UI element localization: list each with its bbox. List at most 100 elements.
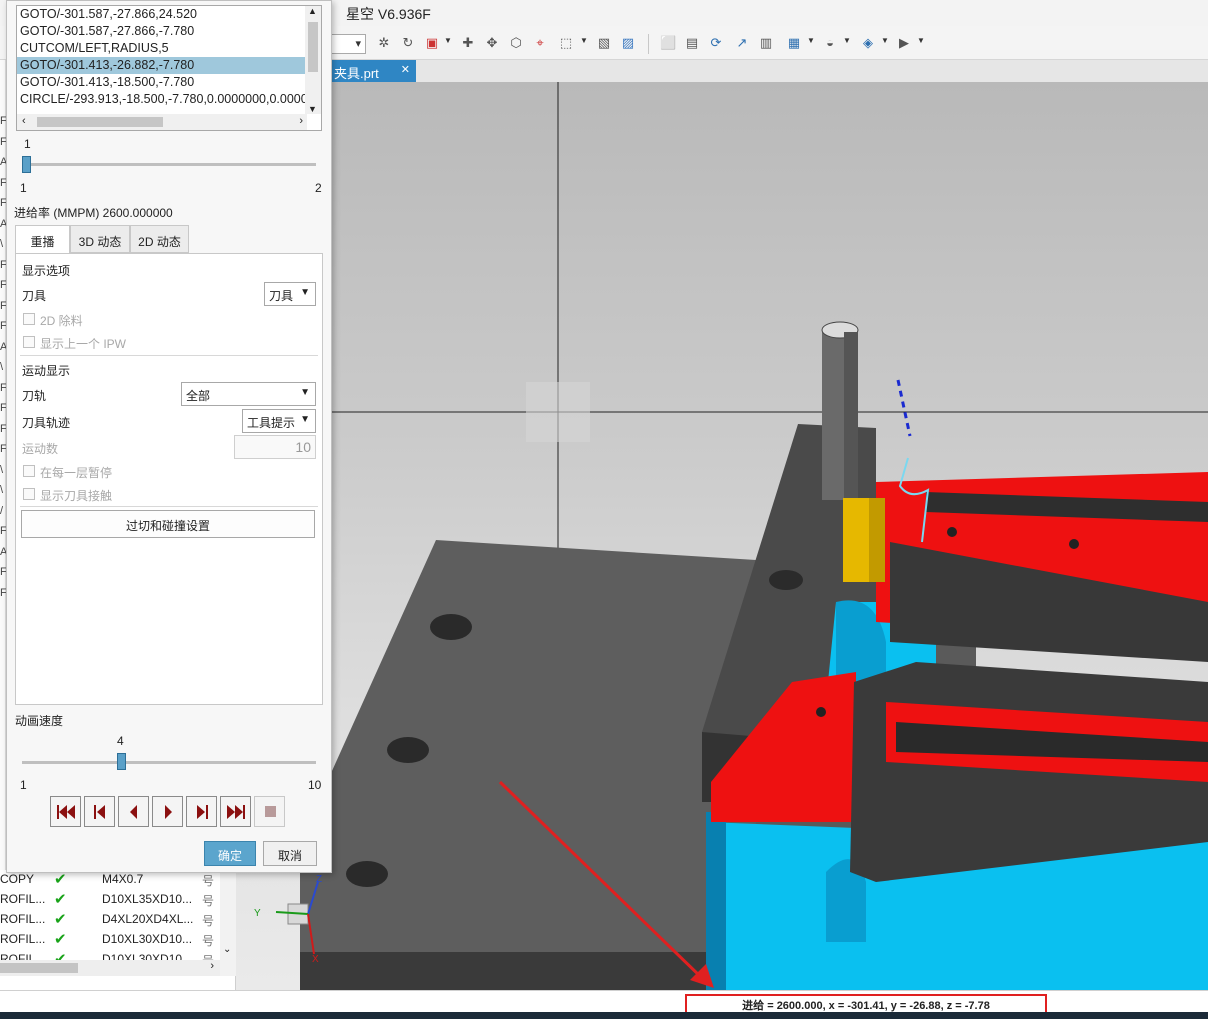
rotate-view-icon[interactable]: ⟳ <box>708 35 724 51</box>
checkbox-2d-removal[interactable] <box>23 313 35 325</box>
navigator-strip-letter: / <box>0 504 4 517</box>
listing-row[interactable]: GOTO/-301.413,-18.500,-7.780 <box>17 74 307 91</box>
step-slider-thumb[interactable] <box>22 156 31 173</box>
bolt-hole <box>430 614 472 640</box>
check-icon: ✔ <box>54 931 67 948</box>
listing-row[interactable]: CUTCOM/LEFT,RADIUS,5 <box>17 40 307 57</box>
motion-count-field[interactable]: 10 <box>234 435 316 459</box>
chevron-up-icon[interactable]: ▲ <box>308 6 317 16</box>
cube-view-icon[interactable]: ▨ <box>620 35 636 51</box>
navigator-vscroll[interactable]: ⌄ <box>220 870 236 976</box>
toolbar-filter-dropdown[interactable] <box>326 34 366 54</box>
checkbox-show-prev-ipw-label: 显示上一个 IPW <box>40 337 126 351</box>
step-back-button[interactable] <box>84 796 115 827</box>
listing-hscroll[interactable]: ‹ › <box>17 114 307 130</box>
tab-2d-dynamic[interactable]: 2D 动态 <box>130 225 189 253</box>
tab-replay[interactable]: 重播 <box>15 225 70 254</box>
listing-vscroll[interactable]: ▲ ▼ <box>305 6 321 114</box>
operation-extra: 号 <box>202 914 215 928</box>
box-select-icon[interactable]: ⬚ <box>558 35 574 51</box>
animation-speed-value: 4 <box>117 734 124 748</box>
close-tab-icon[interactable]: ✕ <box>401 63 410 76</box>
navigator-strip-letter: \ <box>0 463 4 476</box>
step-slider-value: 1 <box>24 137 31 151</box>
listing-row[interactable]: GOTO/-301.413,-26.882,-7.780 <box>17 57 307 74</box>
checkbox-2d-removal-label: 2D 除料 <box>40 314 83 328</box>
zoom-window-icon[interactable]: ▤ <box>684 35 700 51</box>
animation-speed-label: 动画速度 <box>15 714 64 728</box>
jump-to-end-button[interactable] <box>220 796 251 827</box>
animation-speed-track[interactable] <box>22 761 316 764</box>
chevron-left-icon[interactable]: ‹ <box>22 115 26 127</box>
ok-button[interactable]: 确定 <box>204 841 256 866</box>
mode-tabs: 重播 3D 动态 2D 动态 <box>15 225 325 254</box>
tool-trace-label: 刀具轨迹 <box>22 416 71 430</box>
gouge-collision-settings-button[interactable]: 过切和碰撞设置 <box>21 510 315 538</box>
chevron-right-icon[interactable]: › <box>299 115 303 127</box>
fit-view-icon[interactable]: ⬜ <box>660 35 676 51</box>
toolpath-visualization-dialog: GOTO/-301.587,-27.866,24.520 GOTO/-301.58… <box>6 0 332 873</box>
animation-speed-thumb[interactable] <box>116 753 126 770</box>
section-icon[interactable]: ▶ <box>896 35 912 51</box>
shade-icon[interactable]: ◒ <box>822 35 838 51</box>
tool-name: D4XL20XD4XL... <box>102 912 194 926</box>
tab-file[interactable]: 夹具.prt ✕ <box>328 60 416 82</box>
tool-trace-dropdown[interactable]: 工具提示 ▼ <box>242 409 316 433</box>
navigator-row[interactable]: COPY ✔ M4X0.7 号 <box>0 870 220 890</box>
toolpath-line <box>896 379 912 437</box>
jump-to-start-button[interactable] <box>50 796 81 827</box>
tool-display-dropdown[interactable]: 刀具 ▼ <box>264 282 316 306</box>
pan-icon[interactable]: ↗ <box>734 35 750 51</box>
step-slider-track[interactable] <box>22 163 316 166</box>
hex-nut-icon[interactable]: ⬡ <box>508 35 524 51</box>
toolpath-listing[interactable]: GOTO/-301.587,-27.866,24.520 GOTO/-301.58… <box>16 5 322 131</box>
checkbox-show-prev-ipw[interactable] <box>23 336 35 348</box>
path-display-value: 全部 <box>186 389 211 403</box>
step-forward-button[interactable] <box>186 796 217 827</box>
animation-speed-max: 10 <box>308 778 322 792</box>
navigator-strip-letter: \ <box>0 238 4 250</box>
navigator-row[interactable]: ROFIL... ✔ D10XL35XD10... 号 <box>0 890 220 910</box>
chevron-down-icon: ▼ <box>300 287 310 298</box>
target-icon[interactable]: ⌖ <box>532 35 548 51</box>
animation-speed-min: 1 <box>20 778 27 792</box>
orient-cube-icon[interactable]: ◈ <box>860 35 876 51</box>
path-display-dropdown[interactable]: 全部 ▼ <box>181 382 316 406</box>
move-icon[interactable]: ✥ <box>484 35 500 51</box>
solid-view-icon[interactable]: ▧ <box>596 35 612 51</box>
stop-icon <box>265 806 276 817</box>
grid-icon[interactable]: ▦ <box>786 35 802 51</box>
operation-extra: 号 <box>202 934 215 948</box>
tool-trace-value: 工具提示 <box>247 416 296 430</box>
stop-button[interactable] <box>254 796 285 827</box>
bolt-hole <box>387 737 429 763</box>
play-backward-button[interactable] <box>118 796 149 827</box>
listing-row[interactable]: GOTO/-301.587,-27.866,24.520 <box>17 6 307 23</box>
chevron-down-icon[interactable]: ▼ <box>308 104 317 114</box>
operation-name: ROFIL... <box>0 912 46 926</box>
checkbox-show-tool-contact[interactable] <box>23 488 35 500</box>
navigator-hscroll[interactable]: › <box>0 960 220 976</box>
tab-3d-dynamic[interactable]: 3D 动态 <box>70 225 130 253</box>
listing-row[interactable]: CIRCLE/-293.913,-18.500,-7.780,0.0000000… <box>17 91 307 108</box>
rotate-select-icon[interactable]: ↻ <box>400 35 416 51</box>
cancel-button[interactable]: 取消 <box>263 841 317 866</box>
chevron-down-icon: ▼ <box>300 414 310 425</box>
listing-row[interactable]: GOTO/-301.587,-27.866,-7.780 <box>17 23 307 40</box>
play-backward-icon <box>130 805 137 819</box>
play-forward-button[interactable] <box>152 796 183 827</box>
navigator-row[interactable]: ROFIL... ✔ D4XL20XD4XL... 号 <box>0 910 220 930</box>
operation-extra: 号 <box>202 874 215 888</box>
graphics-viewport[interactable]: Z Y X <box>236 82 1208 990</box>
navigator-row[interactable]: ROFIL... ✔ D10XL30XD10... 号 <box>0 930 220 950</box>
checkbox-pause-each-layer[interactable] <box>23 465 35 477</box>
point-icon[interactable]: ✚ <box>460 35 476 51</box>
feed-rate-label: 进给率 (MMPM) 2600.000000 <box>14 206 173 220</box>
layout-icon[interactable]: ▥ <box>758 35 774 51</box>
snap-point-icon[interactable]: ▣ <box>424 35 440 51</box>
checkbox-show-tool-contact-label: 显示刀具接触 <box>40 489 113 503</box>
step-back-icon <box>94 805 105 819</box>
step-slider-min: 1 <box>20 181 27 195</box>
select-icon[interactable]: ✲ <box>376 35 392 51</box>
tool-label: 刀具 <box>22 289 47 303</box>
